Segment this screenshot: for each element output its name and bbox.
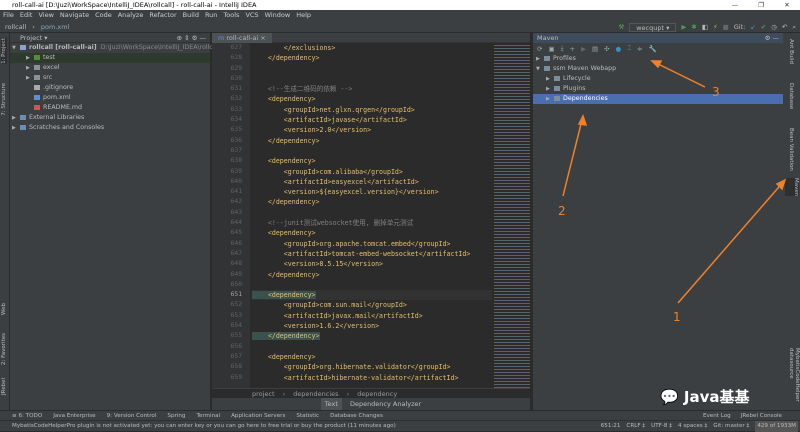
- arrowhead-2: [577, 114, 588, 126]
- arrow-2: [562, 115, 584, 197]
- tool-window-button[interactable]: Spring: [167, 411, 185, 420]
- tool-window-button[interactable]: 9: Version Control: [107, 411, 157, 420]
- caret-position[interactable]: 651:21: [601, 421, 621, 432]
- tool-window-button[interactable]: Database Changes: [330, 411, 383, 420]
- annotation-arrows: [562, 60, 787, 304]
- tool-window-button[interactable]: Statistic: [296, 411, 319, 420]
- tool-window-button[interactable]: Terminal: [196, 411, 220, 420]
- tool-window-bar: ≡ 6: TODO Java Enterprise 9: Version Contr…: [0, 410, 800, 420]
- annotation-2: 2: [558, 204, 566, 218]
- tool-window-button[interactable]: Application Servers: [231, 411, 285, 420]
- watermark: 💬 Java基基: [660, 388, 750, 406]
- arrowhead-3: [650, 60, 663, 69]
- tool-window-button[interactable]: ≡ 6: TODO: [12, 411, 42, 420]
- indent[interactable]: 4 spaces ‡: [678, 421, 707, 432]
- tool-window-button[interactable]: Java Enterprise: [53, 411, 95, 420]
- git-branch[interactable]: Git: master ‡: [713, 421, 749, 432]
- annotation-1: 1: [673, 310, 681, 324]
- arrow-3: [651, 60, 706, 88]
- status-message[interactable]: MybatisCodeHelperPro plugin is not activ…: [12, 423, 396, 429]
- annotation-3: 3: [712, 85, 720, 99]
- memory-indicator[interactable]: 429 of 1933M: [755, 421, 798, 432]
- encoding[interactable]: UTF-8 ‡: [651, 421, 672, 432]
- line-separator[interactable]: CRLF ‡: [626, 421, 645, 432]
- status-bar: MybatisCodeHelperPro plugin is not activ…: [0, 420, 800, 432]
- arrow-1: [677, 179, 786, 304]
